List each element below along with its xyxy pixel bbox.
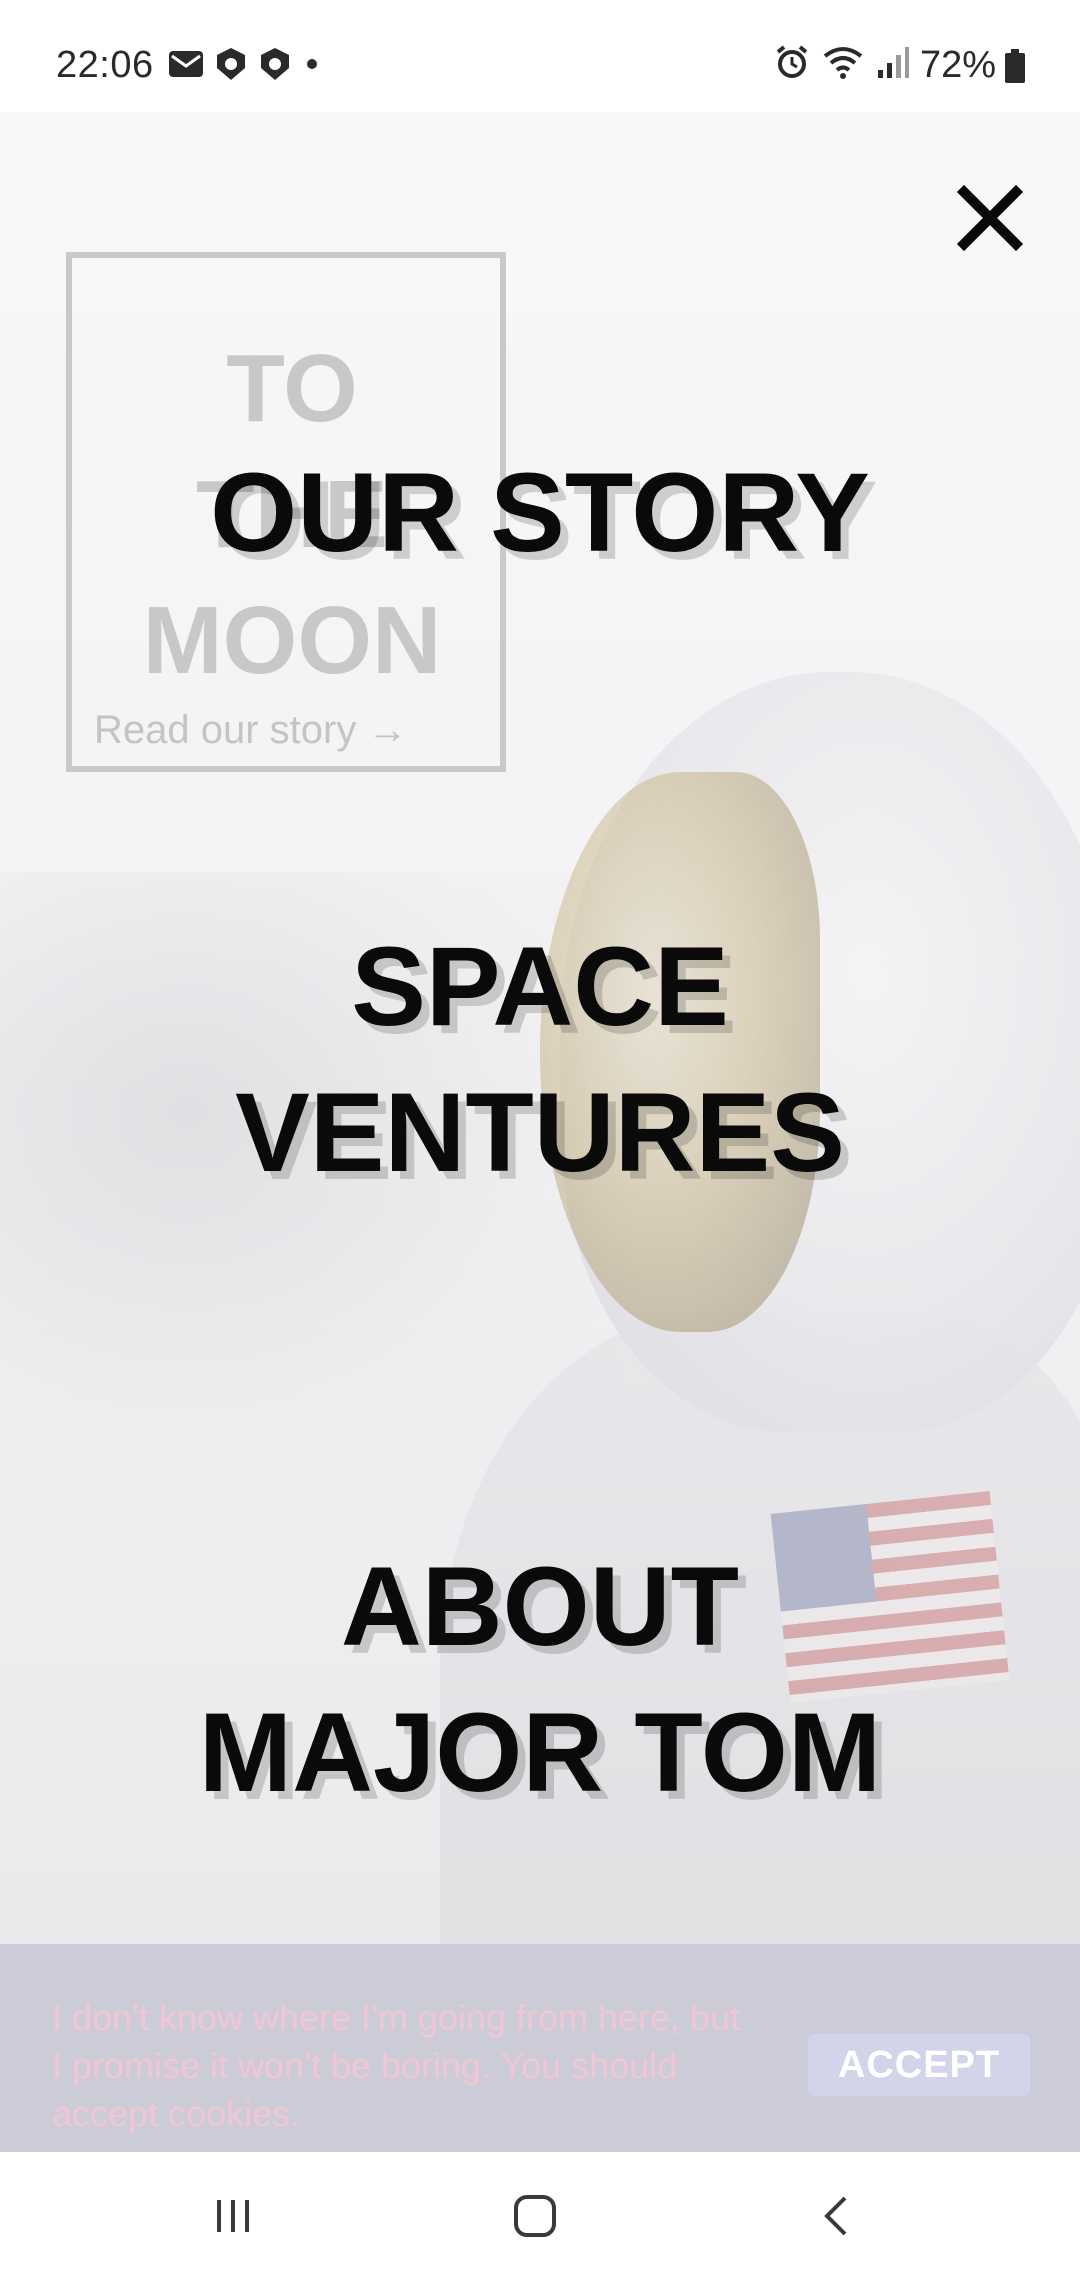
status-bar: 22:06 72%: [0, 0, 1080, 112]
mail-icon: [169, 51, 203, 77]
status-time: 22:06: [56, 44, 154, 86]
battery-percent: 72%: [919, 44, 996, 86]
home-icon: [514, 2195, 556, 2237]
dot-icon: [307, 59, 317, 69]
shield-icon: [261, 48, 289, 80]
close-icon: [956, 184, 1024, 252]
back-button[interactable]: [797, 2184, 877, 2248]
cookie-message: I don't know where I'm going from here, …: [52, 1997, 741, 2134]
cookie-banner: I don't know where I'm going from here, …: [0, 1944, 1080, 2152]
recent-apps-icon: [217, 2200, 249, 2232]
battery-indicator: 72%: [920, 44, 1026, 87]
back-icon: [824, 2196, 847, 2236]
shield-icon: [217, 48, 245, 80]
menu-item-about-major-tom[interactable]: ABOUT MAJOR TOM: [0, 1534, 1080, 1826]
screen: 22:06 72% TO THE MOON Read our story → O…: [0, 0, 1080, 2280]
accept-cookies-button[interactable]: ACCEPT: [808, 2034, 1030, 2096]
home-button[interactable]: [495, 2184, 575, 2248]
signal-icon: [878, 47, 909, 78]
alarm-icon: [776, 45, 808, 78]
recent-apps-button[interactable]: [193, 2184, 273, 2248]
menu-item-our-story[interactable]: OUR STORY: [0, 440, 1080, 586]
wifi-icon: [823, 47, 863, 79]
system-icons: [774, 44, 910, 80]
notification-icons: [168, 46, 322, 82]
read-story-link[interactable]: Read our story →: [94, 708, 407, 753]
menu-item-space-ventures[interactable]: SPACE VENTURES: [0, 914, 1080, 1206]
navigation-bar: [0, 2152, 1080, 2280]
close-menu-button[interactable]: [952, 180, 1028, 256]
battery-icon: [1005, 48, 1025, 83]
